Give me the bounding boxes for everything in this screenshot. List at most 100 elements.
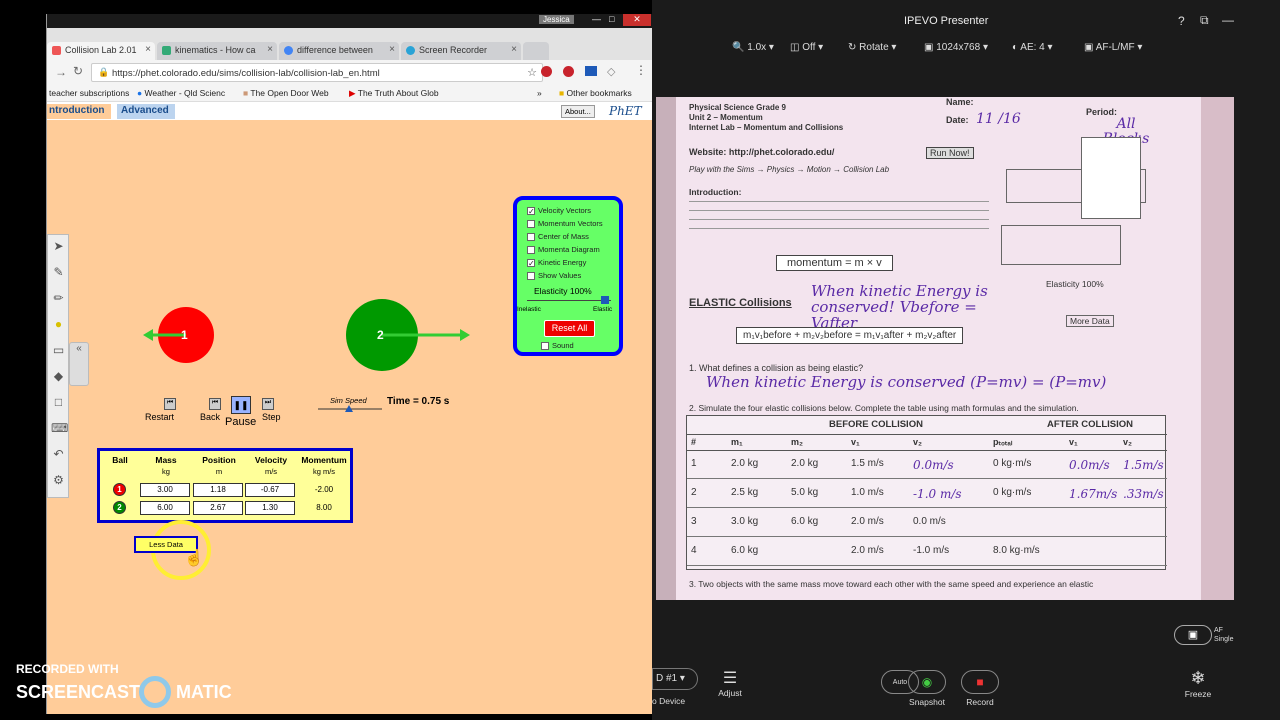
forward-icon[interactable]: → bbox=[55, 65, 67, 79]
mirror-control[interactable]: ◫ Off ▾ bbox=[790, 42, 823, 53]
checkbox-unchecked bbox=[541, 341, 549, 350]
momentum-vectors-checkbox[interactable]: Momentum Vectors bbox=[527, 218, 603, 229]
maximize-icon[interactable]: □ bbox=[609, 14, 614, 24]
ws-table-cell: 0.0 m/s bbox=[913, 516, 946, 527]
checkbox-checked: ✓ bbox=[527, 258, 535, 268]
ws-table-cell: 0.0m/s bbox=[1069, 458, 1110, 472]
close-tab-icon[interactable]: × bbox=[145, 44, 151, 55]
ball-2-label: 2 bbox=[377, 328, 384, 342]
profile-badge[interactable]: Jessica bbox=[539, 15, 574, 24]
tab-introduction[interactable]: ntroduction bbox=[47, 104, 111, 119]
close-icon[interactable]: ✕ bbox=[623, 14, 651, 26]
tab-advanced[interactable]: Advanced bbox=[117, 104, 175, 119]
ws-row-rule bbox=[687, 536, 1167, 537]
help-icon[interactable]: ? bbox=[1178, 14, 1185, 28]
af-label: AF bbox=[1214, 627, 1223, 634]
resolution-control[interactable]: ▣ 1024x768 ▾ bbox=[924, 42, 988, 53]
ws-table-cell: 2.0 kg bbox=[731, 458, 759, 469]
dropbox-icon[interactable]: ◇ bbox=[607, 65, 615, 78]
extension-icon[interactable] bbox=[585, 66, 597, 76]
star-icon[interactable]: ☆ bbox=[527, 66, 537, 79]
step-button[interactable]: ⏭ bbox=[262, 398, 274, 410]
ball-1-arrowhead bbox=[143, 329, 153, 341]
ball-2-velocity-input[interactable]: 1.30 bbox=[245, 501, 295, 515]
af-toggle[interactable]: ▣ bbox=[1174, 625, 1212, 645]
ball-1-velocity-input[interactable]: -0.67 bbox=[245, 483, 295, 497]
adjust-button[interactable]: ☰ Adjust bbox=[710, 668, 750, 698]
close-tab-icon[interactable]: × bbox=[389, 44, 395, 55]
header-ball: Ball bbox=[112, 455, 128, 465]
menu-icon[interactable]: ⋮ bbox=[635, 63, 647, 77]
elasticity-slider-thumb[interactable] bbox=[601, 296, 609, 304]
ball-1-position-input[interactable]: 1.18 bbox=[193, 483, 243, 497]
momenta-diagram-checkbox[interactable]: Momenta Diagram bbox=[527, 244, 600, 255]
watermark-brand-right: MATIC bbox=[176, 682, 232, 702]
ball-2-mass-input[interactable]: 6.00 bbox=[140, 501, 190, 515]
pause-button[interactable]: ❚❚ bbox=[231, 396, 251, 414]
device-select[interactable]: D #1 ▾ bbox=[652, 668, 698, 690]
pinterest-icon[interactable] bbox=[563, 66, 574, 77]
bookmark-item[interactable]: ● Weather - Qld Scienc bbox=[137, 88, 225, 98]
velocity-vectors-checkbox[interactable]: ✓ Velocity Vectors bbox=[527, 205, 591, 216]
new-tab-button[interactable] bbox=[523, 42, 549, 60]
zoom-control[interactable]: 🔍 1.0x ▾ bbox=[732, 42, 774, 53]
about-button[interactable]: About... bbox=[561, 105, 595, 118]
url-input[interactable]: 🔒 https://phet.colorado.edu/sims/collisi… bbox=[91, 63, 543, 82]
ball-1-label: 1 bbox=[181, 328, 188, 342]
ws-elastic-hw: When kinetic Energy is conserved! Vbefor… bbox=[811, 282, 988, 332]
sim-canvas: ➤ ✎ ✏ ● ▭ ◆ □ ⌨ ↶ ⚙ « 1 2 ⏮ Restart ⏮ Ba… bbox=[47, 120, 653, 714]
back-button[interactable]: ⏮ bbox=[209, 398, 221, 410]
tab-collision-lab[interactable]: Collision Lab 2.01 × bbox=[47, 42, 155, 60]
rotate-label: Rotate bbox=[859, 42, 889, 53]
bookmark-item[interactable]: teacher subscriptions bbox=[49, 88, 129, 98]
snowflake-icon: ❄ bbox=[1190, 668, 1206, 688]
minimize-icon[interactable]: — bbox=[592, 14, 601, 24]
restart-button[interactable]: ⏮ bbox=[164, 398, 176, 410]
sound-checkbox[interactable]: Sound bbox=[541, 340, 574, 351]
ball-2-position-input[interactable]: 2.67 bbox=[193, 501, 243, 515]
close-tab-icon[interactable]: × bbox=[267, 44, 273, 55]
tab-kinematics[interactable]: kinematics - How ca × bbox=[157, 42, 277, 60]
restore-icon[interactable]: ⧉ bbox=[1200, 13, 1209, 28]
center-of-mass-checkbox[interactable]: Center of Mass bbox=[527, 231, 589, 242]
favicon-icon bbox=[162, 46, 171, 55]
reset-all-button[interactable]: Reset All bbox=[544, 320, 595, 337]
close-tab-icon[interactable]: × bbox=[511, 44, 517, 55]
pinterest-icon[interactable] bbox=[541, 66, 552, 77]
ws-table-cell: 1.0 m/s bbox=[851, 487, 884, 498]
browser-window: Jessica — □ ✕ Collision Lab 2.01 × kinem… bbox=[46, 14, 653, 714]
record-button[interactable]: ■ Record bbox=[958, 670, 1002, 707]
exposure-control[interactable]: ◐ AE: 4 ▾ bbox=[1012, 42, 1053, 53]
bookmark-item[interactable]: ■ Other bookmarks bbox=[559, 88, 632, 98]
header-position: Position bbox=[202, 455, 236, 465]
ws-col-header: v₁ bbox=[851, 437, 860, 447]
show-values-checkbox[interactable]: Show Values bbox=[527, 270, 581, 281]
snapshot-button[interactable]: ◉ Snapshot bbox=[904, 670, 950, 707]
bookmarks-overflow-icon[interactable]: » bbox=[537, 88, 542, 98]
kinetic-energy-checkbox[interactable]: ✓ Kinetic Energy bbox=[527, 257, 586, 268]
ws-table-cell: .33m/s bbox=[1123, 487, 1164, 501]
ball-2-momentum: 8.00 bbox=[316, 503, 332, 512]
freeze-button[interactable]: ❄ Freeze bbox=[1178, 668, 1218, 699]
tab-difference[interactable]: difference between × bbox=[279, 42, 399, 60]
bookmark-item[interactable]: ▶ The Truth About Glob bbox=[349, 88, 439, 99]
bookmark-item[interactable]: ■ The Open Door Web bbox=[243, 88, 329, 98]
minimize-icon[interactable]: — bbox=[1222, 13, 1234, 27]
youtube-icon: ▶ bbox=[349, 88, 356, 98]
focus-control[interactable]: ▣ AF-L/MF ▾ bbox=[1084, 42, 1142, 53]
tab-screen-recorder[interactable]: Screen Recorder × bbox=[401, 42, 521, 60]
url-text: https://phet.colorado.edu/sims/collision… bbox=[112, 68, 380, 79]
elasticity-slider-track[interactable] bbox=[527, 300, 611, 301]
rotate-control[interactable]: ↻ Rotate ▾ bbox=[848, 42, 896, 53]
device-label: o Device bbox=[652, 696, 686, 706]
phet-logo: PhET bbox=[609, 104, 642, 118]
ws-table-cell: 1.5 m/s bbox=[851, 458, 884, 469]
time-readout: Time = 0.75 s bbox=[387, 396, 450, 407]
reload-icon[interactable]: ↻ bbox=[73, 64, 83, 78]
ws-q2: 2. Simulate the four elastic collisions … bbox=[689, 403, 1079, 413]
ws-date-value: 11 /16 bbox=[976, 111, 1021, 127]
address-bar-row: → ↻ 🔒 https://phet.colorado.edu/sims/col… bbox=[47, 60, 653, 86]
ws-momentum-eq: momentum = m × v bbox=[776, 255, 893, 271]
ball-1-mass-input[interactable]: 3.00 bbox=[140, 483, 190, 497]
adjust-icon: ☰ bbox=[722, 670, 738, 687]
